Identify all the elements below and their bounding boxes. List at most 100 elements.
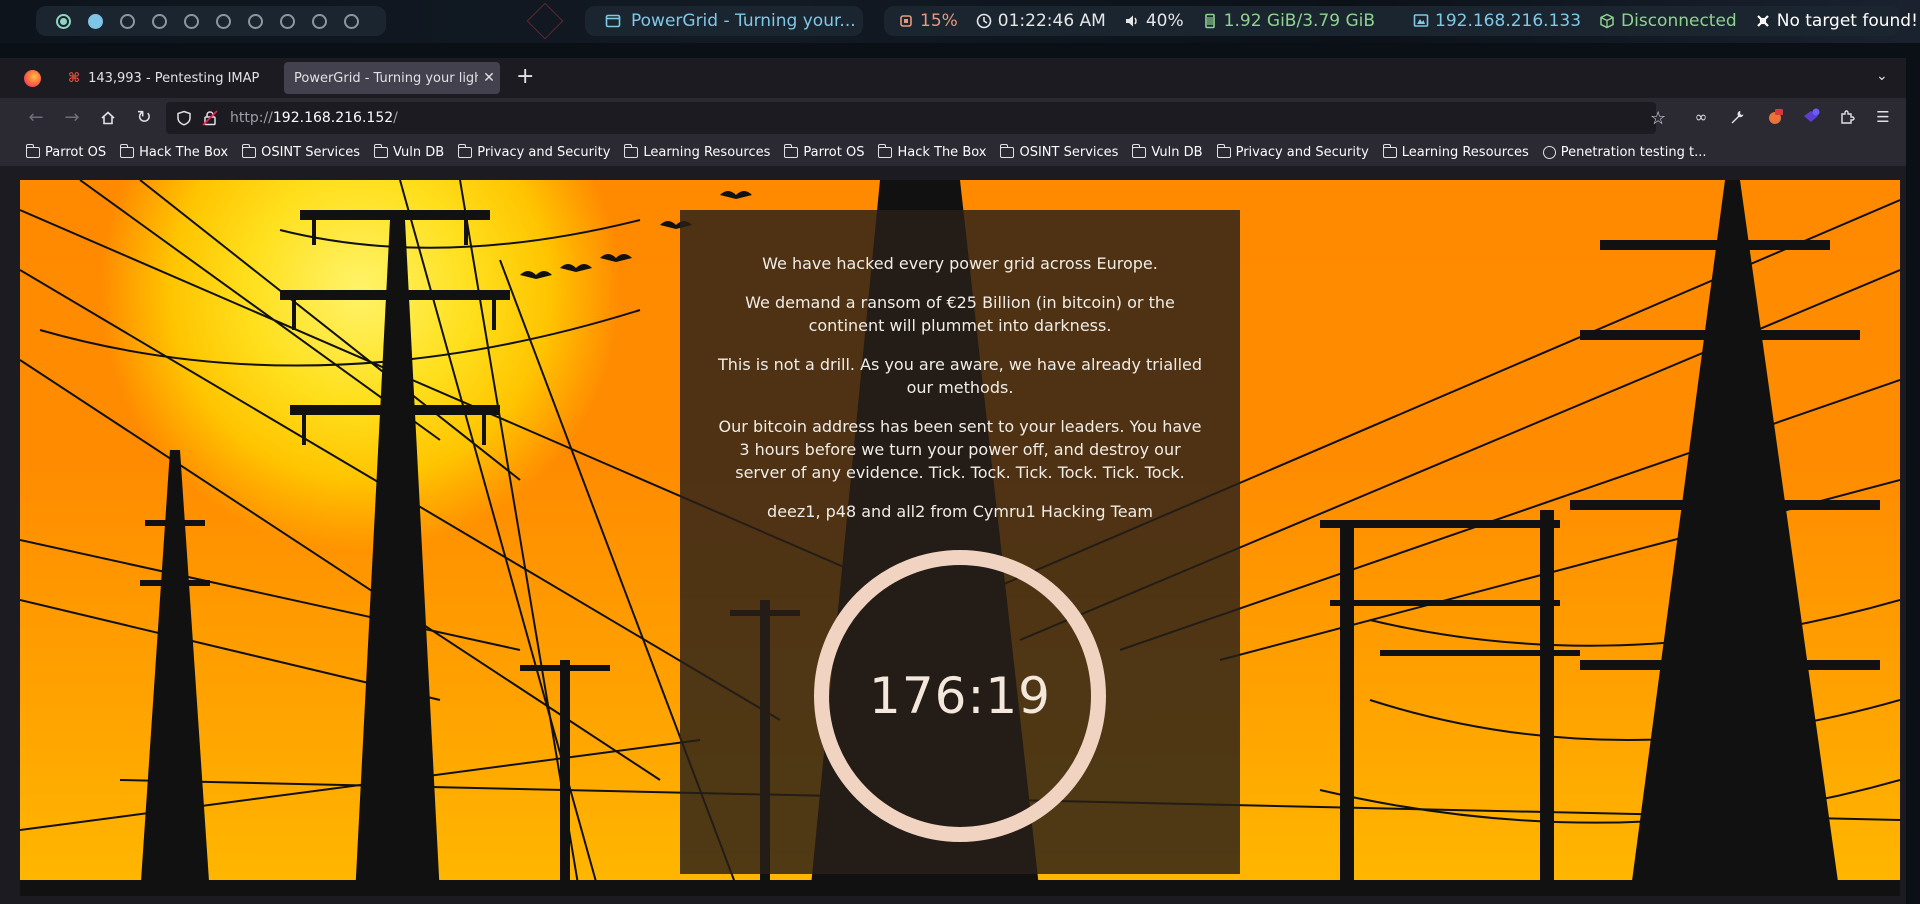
bookmark-item[interactable]: Hack The Box — [878, 143, 987, 160]
window-icon — [605, 14, 621, 28]
forward-arrow-icon[interactable]: → — [60, 106, 84, 130]
ransom-message-panel: We have hacked every power grid across E… — [680, 210, 1240, 874]
address-bar[interactable]: http://192.168.216.152/ ☆ — [166, 102, 1666, 134]
target-value: No target found! — [1776, 11, 1918, 31]
tab-pentesting-imap[interactable]: ⌘ 143,993 - Pentesting IMAP — [58, 62, 280, 94]
message-line: Our bitcoin address has been sent to you… — [718, 417, 1202, 482]
diamond-icon — [526, 2, 564, 40]
folder-icon — [120, 143, 135, 158]
ip-widget: 192.168.216.133 — [1413, 11, 1581, 31]
tab-label: 143,993 - Pentesting IMAP — [88, 70, 260, 86]
shield-icon[interactable] — [176, 110, 192, 126]
globe-icon — [1542, 145, 1556, 159]
workspace-switcher — [36, 6, 386, 36]
signature-line: deez1, p48 and all2 from Cymru1 Hacking … — [767, 502, 1153, 521]
list-all-tabs-icon[interactable]: ⌄ — [1876, 68, 1888, 84]
reload-icon[interactable]: ↻ — [132, 106, 156, 130]
wappalyzer-extension-icon[interactable] — [1800, 106, 1822, 128]
tab-powergrid[interactable]: PowerGrid - Turning your lights off ✕ — [284, 62, 500, 94]
window-title-text: PowerGrid - Turning your... — [631, 11, 856, 31]
cpu-icon — [900, 15, 912, 27]
url-text[interactable]: http://192.168.216.152/ — [230, 110, 398, 126]
bookmark-item[interactable]: Vuln DB — [374, 143, 444, 160]
new-tab-button[interactable]: + — [516, 64, 534, 89]
url-path: / — [393, 110, 398, 126]
message-line: We have hacked every power grid across E… — [762, 254, 1158, 273]
folder-icon — [242, 143, 257, 158]
workspace-9-icon[interactable] — [312, 13, 327, 29]
workspace-2-icon[interactable] — [88, 13, 103, 29]
status-widgets: 15% 01:22:46 AM 40% 1.92 GiB/3.79 GiB 19… — [884, 6, 1918, 36]
volume-value: 40% — [1145, 11, 1184, 31]
active-window-title[interactable]: PowerGrid - Turning your... — [585, 6, 863, 36]
home-icon[interactable] — [96, 106, 120, 130]
message-line: This is not a drill. As you are aware, w… — [718, 355, 1203, 397]
wrench-icon[interactable] — [1726, 106, 1748, 128]
workspace-10-icon[interactable] — [344, 13, 359, 29]
bookmark-item[interactable]: Parrot OS — [784, 143, 864, 160]
clock-value: 01:22:46 AM — [997, 11, 1106, 31]
workspace-1-icon[interactable] — [56, 13, 71, 29]
bookmark-label: Hack The Box — [897, 144, 987, 160]
bookmark-item[interactable]: Hack The Box — [120, 143, 228, 160]
workspace-5-icon[interactable] — [184, 13, 199, 29]
bookmark-star-icon[interactable]: ☆ — [1650, 108, 1666, 129]
firefox-icon[interactable] — [24, 70, 41, 87]
folder-icon — [878, 143, 893, 158]
memory-value: 1.92 GiB/3.79 GiB — [1223, 11, 1376, 31]
volume-widget[interactable]: 40% — [1124, 11, 1184, 31]
bookmark-label: Parrot OS — [45, 144, 107, 160]
folder-icon — [624, 143, 639, 158]
vpn-widget: Disconnected — [1599, 11, 1737, 31]
bottom-border — [0, 896, 1906, 904]
bookmark-item[interactable]: Penetration testing t... — [1542, 144, 1707, 160]
bookmark-label: Privacy and Security — [477, 144, 611, 160]
ip-value: 192.168.216.133 — [1435, 11, 1582, 31]
crosshair-off-icon — [1756, 15, 1769, 27]
memory-widget: 1.92 GiB/3.79 GiB — [1202, 11, 1375, 31]
bookmark-item[interactable]: OSINT Services — [1000, 143, 1118, 160]
vpn-status: Disconnected — [1621, 11, 1737, 31]
bookmark-label: Penetration testing t... — [1560, 144, 1707, 160]
bookmark-label: Vuln DB — [1151, 144, 1203, 160]
folder-icon — [1216, 143, 1231, 158]
infinity-extension-icon[interactable]: ∞ — [1690, 106, 1712, 128]
url-scheme: http:// — [230, 110, 273, 126]
folder-icon — [1000, 143, 1015, 158]
message-line: We demand a ransom of €25 Billion (in bi… — [745, 293, 1175, 335]
bookmark-item[interactable]: Privacy and Security — [1216, 143, 1369, 160]
countdown-timer: 176:19 — [869, 666, 1051, 725]
bookmark-label: OSINT Services — [261, 144, 361, 160]
bookmark-item[interactable]: OSINT Services — [242, 143, 361, 160]
back-arrow-icon[interactable]: ← — [24, 106, 48, 130]
bookmark-item[interactable]: Parrot OS — [26, 143, 107, 160]
bookmark-item[interactable]: Vuln DB — [1132, 143, 1203, 160]
foxyproxy-extension-icon[interactable] — [1764, 106, 1786, 128]
network-icon — [1413, 14, 1429, 27]
bookmark-label: Privacy and Security — [1235, 144, 1369, 160]
navigation-toolbar: ← → ↻ http://192.168.216.152/ ☆ ∞ ☰ — [0, 98, 1906, 138]
bookmark-item[interactable]: Learning Resources — [1382, 143, 1529, 160]
workspace-3-icon[interactable] — [120, 13, 135, 29]
clock-widget: 01:22:46 AM — [976, 11, 1106, 31]
extensions-puzzle-icon[interactable] — [1836, 106, 1858, 128]
tab-strip: ⌘ 143,993 - Pentesting IMAP PowerGrid - … — [0, 58, 1906, 98]
bookmark-item[interactable]: Learning Resources — [624, 143, 770, 160]
clock-icon — [976, 13, 992, 29]
workspace-4-icon[interactable] — [152, 13, 167, 29]
memory-icon — [1204, 13, 1215, 29]
folder-icon — [1382, 143, 1397, 158]
folder-icon — [784, 143, 799, 158]
cpu-value: 15% — [920, 11, 958, 31]
insecure-lock-icon[interactable] — [202, 110, 218, 126]
hamburger-menu-icon[interactable]: ☰ — [1872, 106, 1894, 128]
workspace-6-icon[interactable] — [216, 13, 231, 29]
workspace-8-icon[interactable] — [280, 13, 295, 29]
close-tab-icon[interactable]: ✕ — [478, 70, 500, 86]
folder-icon — [26, 143, 40, 158]
bookmark-item[interactable]: Privacy and Security — [458, 143, 611, 160]
workspace-7-icon[interactable] — [248, 13, 263, 29]
folder-icon — [1132, 143, 1147, 158]
vpn-icon — [1600, 13, 1614, 29]
hackthebox-icon: ⌘ — [68, 70, 81, 86]
